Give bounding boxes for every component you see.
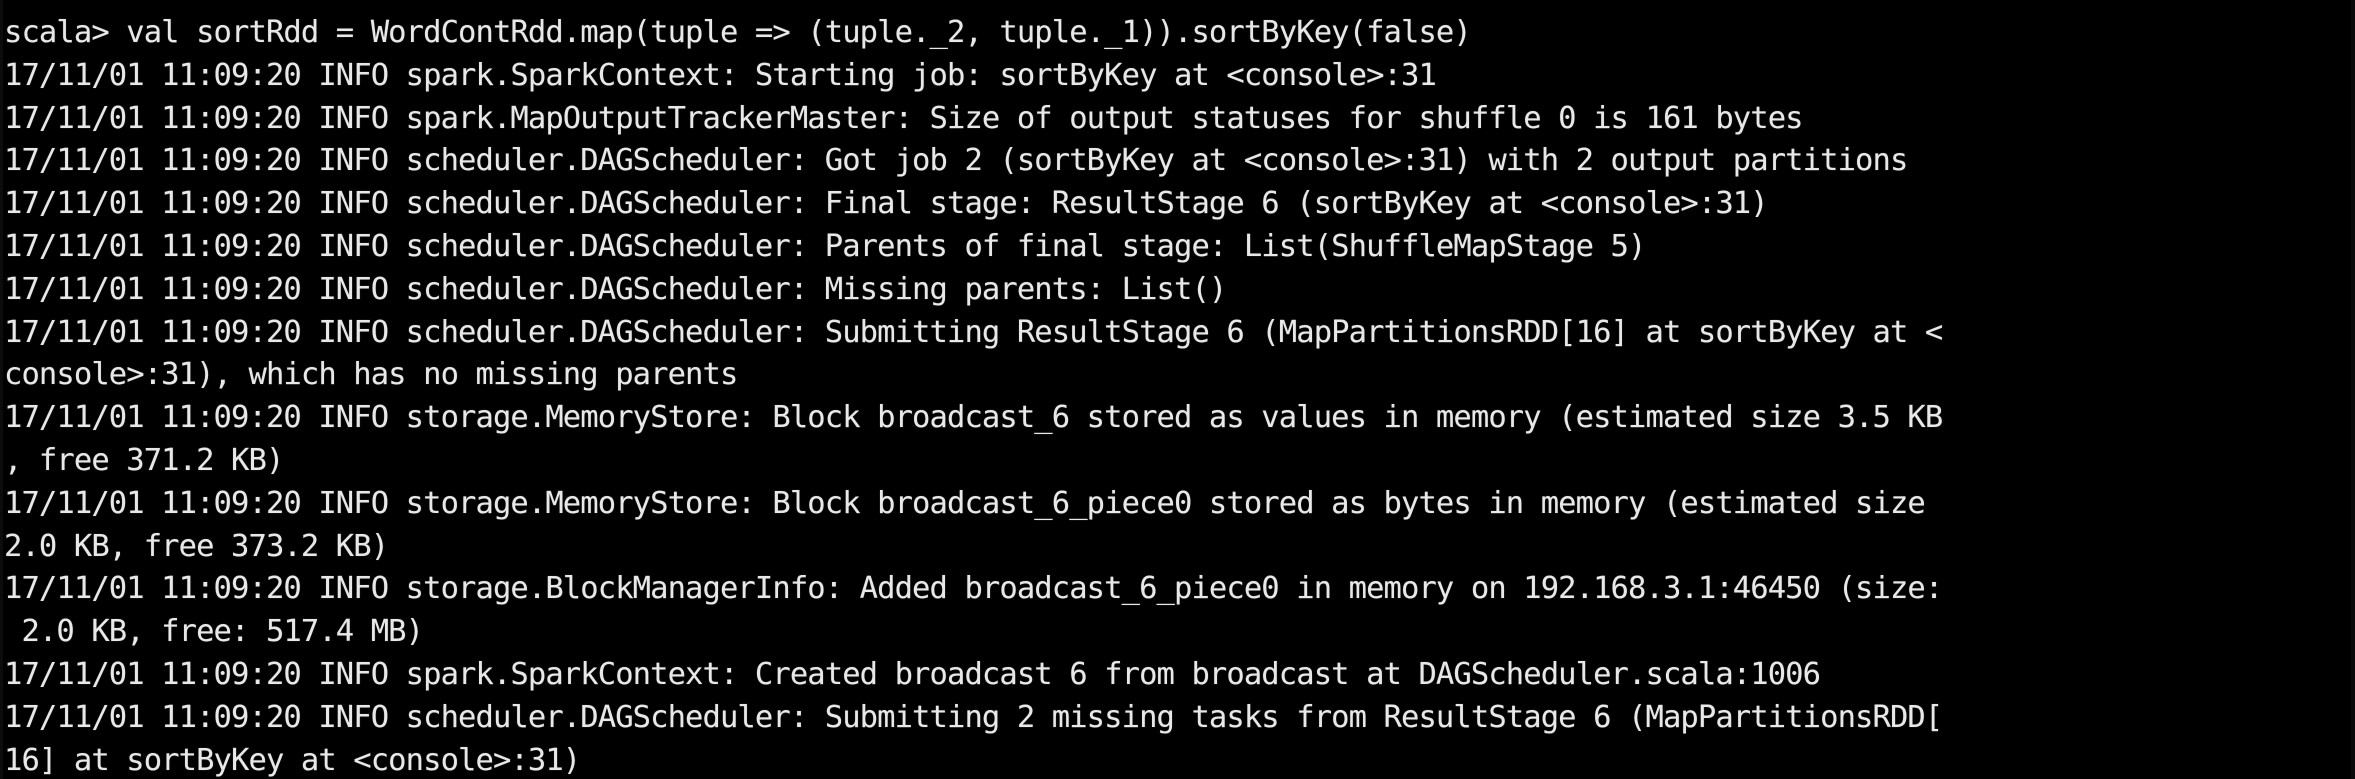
terminal-log-line: 17/11/01 11:09:20 INFO storage.MemorySto… (4, 485, 1926, 521)
terminal-log-line: 16] at sortByKey at <console>:31) (4, 742, 581, 778)
terminal-output[interactable]: scala> val sortRdd = WordContRdd.map(tup… (4, 12, 2355, 779)
terminal-right-edge (2351, 0, 2355, 779)
terminal-log-line: 17/11/01 11:09:20 INFO scheduler.DAGSche… (4, 271, 1227, 307)
terminal-log-line: 17/11/01 11:09:20 INFO spark.SparkContex… (4, 656, 1821, 692)
terminal-log-line: 17/11/01 11:09:20 INFO scheduler.DAGSche… (4, 699, 1943, 735)
terminal-log-line: 2.0 KB, free: 517.4 MB) (4, 614, 424, 650)
terminal-log-line: console>:31), which has no missing paren… (4, 357, 738, 393)
terminal-log-line: 17/11/01 11:09:20 INFO scheduler.DAGSche… (4, 228, 1646, 264)
terminal-log-line: , free 371.2 KB) (4, 442, 284, 478)
terminal-log-line: 17/11/01 11:09:20 INFO spark.SparkContex… (4, 57, 1437, 93)
terminal-left-edge (0, 0, 3, 779)
terminal-log-line: 17/11/01 11:09:20 INFO storage.MemorySto… (4, 400, 1943, 436)
terminal-log-line: 17/11/01 11:09:20 INFO scheduler.DAGSche… (4, 186, 1769, 222)
terminal-window[interactable]: scala> val sortRdd = WordContRdd.map(tup… (0, 0, 2355, 779)
terminal-log-line: 17/11/01 11:09:20 INFO scheduler.DAGSche… (4, 143, 1908, 179)
terminal-log-line: 17/11/01 11:09:20 INFO scheduler.DAGSche… (4, 314, 1943, 350)
terminal-log-line: 17/11/01 11:09:20 INFO spark.MapOutputTr… (4, 100, 1804, 136)
terminal-top-edge (0, 0, 2355, 10)
terminal-log-line: 2.0 KB, free 373.2 KB) (4, 528, 389, 564)
terminal-prompt-line: scala> val sortRdd = WordContRdd.map(tup… (4, 15, 1472, 50)
terminal-log-line: 17/11/01 11:09:20 INFO storage.BlockMana… (4, 571, 1943, 607)
